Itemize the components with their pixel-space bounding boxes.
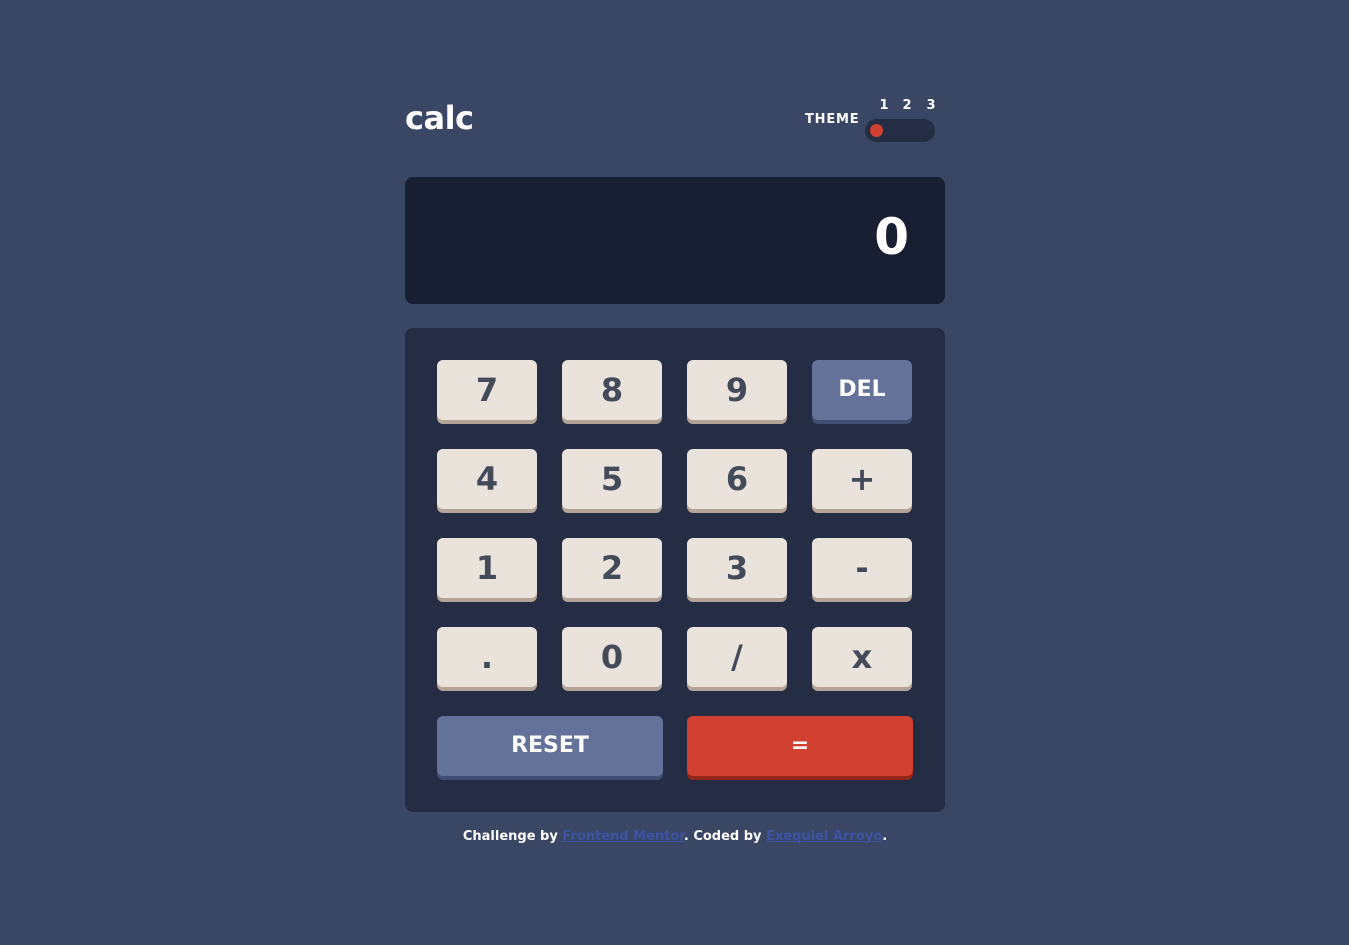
key-5[interactable]: 5	[562, 449, 662, 509]
theme-label: THEME	[805, 112, 860, 127]
display-value: 0	[874, 208, 909, 266]
author-link[interactable]: Exequiel Arroyo	[766, 829, 882, 844]
calculator-app: calc THEME 1 2 3 0 7 8 9 DEL 4 5 6 + 1 2…	[405, 96, 945, 844]
header: calc THEME 1 2 3	[405, 96, 945, 146]
key-4[interactable]: 4	[437, 449, 537, 509]
theme-numbers: 1 2 3	[875, 98, 945, 114]
del-button[interactable]: DEL	[812, 360, 912, 420]
theme-option-2[interactable]: 2	[901, 98, 913, 113]
plus-button[interactable]: +	[812, 449, 912, 509]
key-2[interactable]: 2	[562, 538, 662, 598]
display-screen: 0	[405, 177, 945, 304]
minus-button[interactable]: -	[812, 538, 912, 598]
multiply-button[interactable]: x	[812, 627, 912, 687]
footer-coded-text: . Coded by	[683, 829, 767, 844]
key-9[interactable]: 9	[687, 360, 787, 420]
keypad: 7 8 9 DEL 4 5 6 + 1 2 3 - . 0 / x RESET …	[405, 328, 945, 812]
key-8[interactable]: 8	[562, 360, 662, 420]
app-logo: calc	[405, 99, 474, 137]
key-0[interactable]: 0	[562, 627, 662, 687]
key-6[interactable]: 6	[687, 449, 787, 509]
equals-button[interactable]: =	[687, 716, 913, 776]
key-7[interactable]: 7	[437, 360, 537, 420]
footer-challenge-text: Challenge by	[462, 829, 563, 844]
divide-button[interactable]: /	[687, 627, 787, 687]
theme-toggle[interactable]	[865, 119, 935, 142]
theme-option-1[interactable]: 1	[878, 98, 890, 113]
footer-suffix: .	[882, 829, 888, 844]
theme-toggle-knob[interactable]	[870, 124, 883, 137]
reset-button[interactable]: RESET	[437, 716, 663, 776]
decimal-button[interactable]: .	[437, 627, 537, 687]
theme-option-3[interactable]: 3	[925, 98, 937, 113]
theme-switcher: THEME 1 2 3	[795, 96, 945, 144]
frontend-mentor-link[interactable]: Frontend Mentor	[562, 829, 683, 844]
key-1[interactable]: 1	[437, 538, 537, 598]
key-3[interactable]: 3	[687, 538, 787, 598]
attribution-footer: Challenge by Frontend Mentor. Coded by E…	[405, 829, 945, 844]
